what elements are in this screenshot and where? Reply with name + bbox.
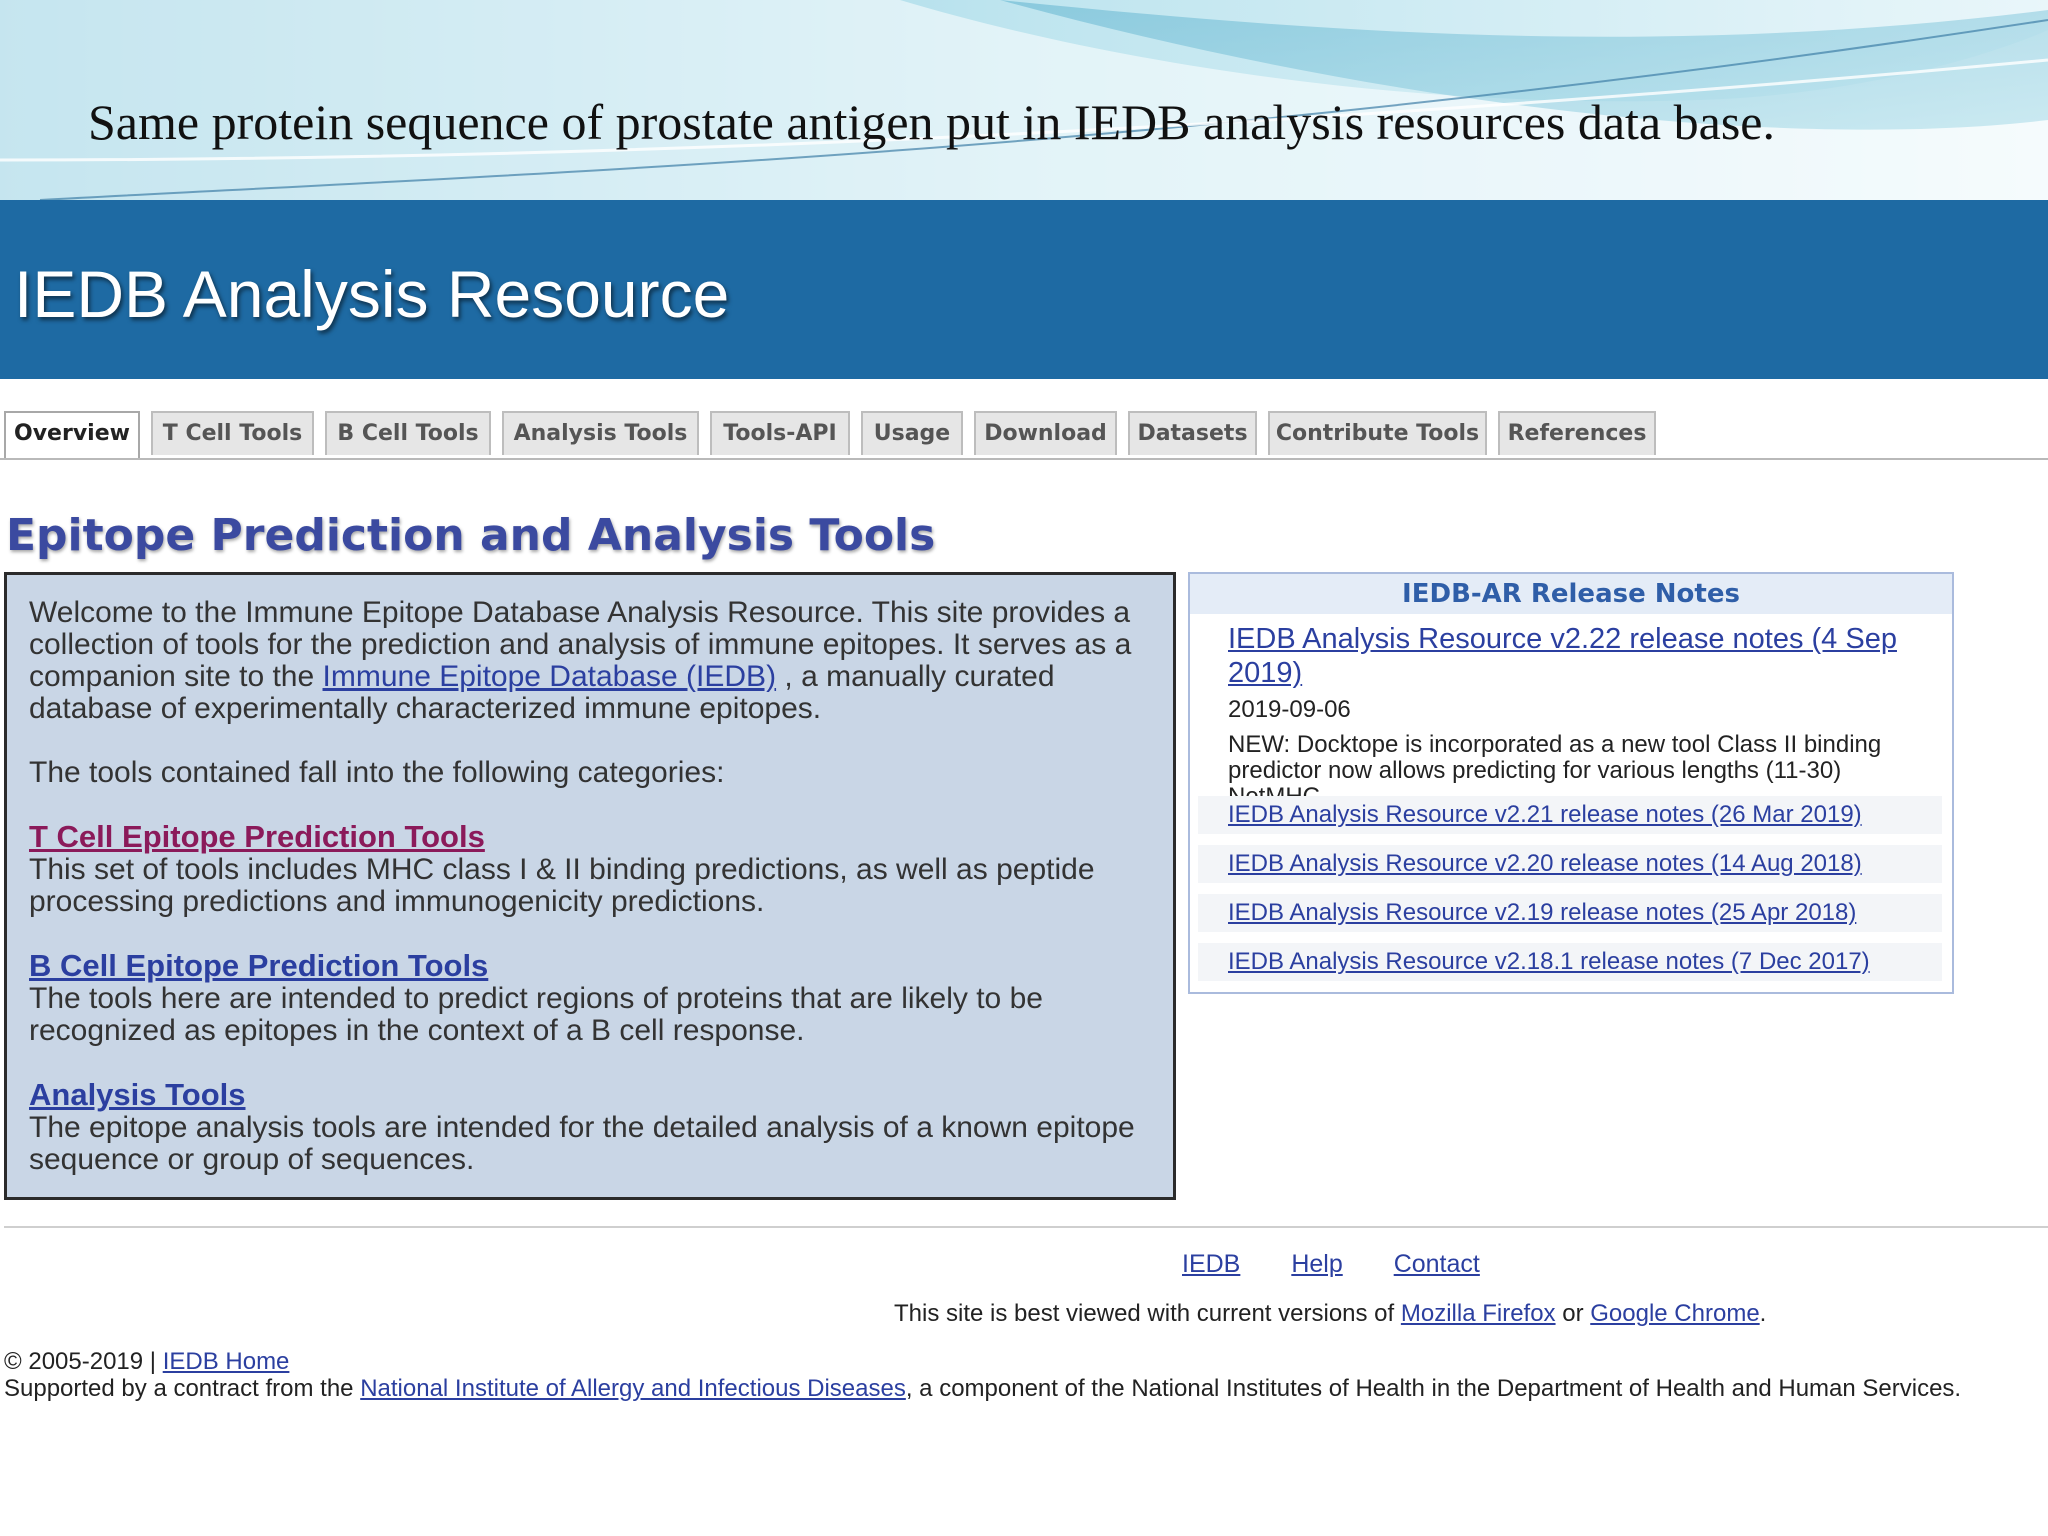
site-title: IEDB Analysis Resource xyxy=(14,257,730,331)
support-text: Supported by a contract from the xyxy=(4,1375,361,1402)
release-note-link[interactable]: IEDB Analysis Resource v2.21 release not… xyxy=(1228,801,1862,828)
tab-t-cell-tools[interactable]: T Cell Tools xyxy=(151,411,314,455)
firefox-link[interactable]: Mozilla Firefox xyxy=(1401,1300,1556,1327)
footer-copyright: © 2005-2019 | IEDB Home Supported by a c… xyxy=(4,1348,1961,1402)
release-note-link[interactable]: IEDB Analysis Resource v2.20 release not… xyxy=(1228,850,1862,877)
tab-bar: Overview T Cell Tools B Cell Tools Analy… xyxy=(0,408,2048,460)
b-cell-tools-link[interactable]: B Cell Epitope Prediction Tools xyxy=(29,950,488,982)
tab-references[interactable]: References xyxy=(1498,411,1656,455)
release-note-item: IEDB Analysis Resource v2.21 release not… xyxy=(1198,796,1942,834)
release-note-item: IEDB Analysis Resource v2.20 release not… xyxy=(1198,845,1942,883)
browser-note: This site is best viewed with current ve… xyxy=(894,1300,1766,1328)
t-cell-tools-desc: This set of tools includes MHC class I &… xyxy=(29,853,1095,918)
analysis-tools-desc: The epitope analysis tools are intended … xyxy=(29,1111,1135,1176)
t-cell-tools-link[interactable]: T Cell Epitope Prediction Tools xyxy=(29,821,485,853)
page-title: Epitope Prediction and Analysis Tools xyxy=(6,510,936,561)
category-b-cell: B Cell Epitope Prediction Tools The tool… xyxy=(29,950,1151,1047)
analysis-tools-link[interactable]: Analysis Tools xyxy=(29,1079,246,1111)
tab-download[interactable]: Download xyxy=(974,411,1117,455)
latest-release-date: 2019-09-06 xyxy=(1228,696,1351,723)
latest-release-link[interactable]: IEDB Analysis Resource v2.22 release not… xyxy=(1228,622,1942,690)
chrome-link[interactable]: Google Chrome xyxy=(1590,1300,1759,1327)
category-t-cell: T Cell Epitope Prediction Tools This set… xyxy=(29,821,1151,918)
intro-paragraph: Welcome to the Immune Epitope Database A… xyxy=(29,597,1151,725)
tab-tools-api[interactable]: Tools-API xyxy=(710,411,850,455)
release-note-link[interactable]: IEDB Analysis Resource v2.18.1 release n… xyxy=(1228,948,1870,975)
release-notes-panel: IEDB-AR Release Notes IEDB Analysis Reso… xyxy=(1188,572,1954,994)
category-analysis: Analysis Tools The epitope analysis tool… xyxy=(29,1079,1151,1176)
footer-nav: IEDB Help Contact xyxy=(1182,1250,1524,1279)
footer-iedb-link[interactable]: IEDB xyxy=(1182,1250,1240,1278)
b-cell-tools-desc: The tools here are intended to predict r… xyxy=(29,982,1043,1047)
release-notes-heading: IEDB-AR Release Notes xyxy=(1190,574,1952,614)
release-note-item: IEDB Analysis Resource v2.19 release not… xyxy=(1198,894,1942,932)
slide-caption: Same protein sequence of prostate antige… xyxy=(88,94,1775,150)
tab-datasets[interactable]: Datasets xyxy=(1128,411,1257,455)
footer-contact-link[interactable]: Contact xyxy=(1394,1250,1480,1278)
tab-overview[interactable]: Overview xyxy=(4,411,140,458)
footer-help-link[interactable]: Help xyxy=(1291,1250,1342,1278)
release-note-link[interactable]: IEDB Analysis Resource v2.19 release not… xyxy=(1228,899,1856,926)
iedb-link[interactable]: Immune Epitope Database (IEDB) xyxy=(323,660,777,693)
categories-intro: The tools contained fall into the follow… xyxy=(29,756,725,789)
tab-usage[interactable]: Usage xyxy=(861,411,963,455)
browser-note-or: or xyxy=(1555,1300,1591,1327)
support-text-end: , a component of the National Institutes… xyxy=(905,1375,1962,1402)
tab-b-cell-tools[interactable]: B Cell Tools xyxy=(325,411,491,455)
iedb-home-link[interactable]: IEDB Home xyxy=(163,1348,290,1375)
release-note-item: IEDB Analysis Resource v2.18.1 release n… xyxy=(1198,943,1942,981)
tab-analysis-tools[interactable]: Analysis Tools xyxy=(502,411,699,455)
latest-release-note: IEDB Analysis Resource v2.22 release not… xyxy=(1190,614,1952,810)
copyright-text: © 2005-2019 | xyxy=(4,1348,163,1375)
browser-note-text: This site is best viewed with current ve… xyxy=(894,1300,1401,1327)
browser-note-end: . xyxy=(1759,1300,1767,1327)
intro-panel: Welcome to the Immune Epitope Database A… xyxy=(4,572,1176,1200)
footer-divider xyxy=(4,1226,2048,1228)
niaid-link[interactable]: National Institute of Allergy and Infect… xyxy=(360,1375,906,1402)
tab-contribute-tools[interactable]: Contribute Tools xyxy=(1268,411,1487,455)
site-banner: IEDB Analysis Resource xyxy=(0,200,2048,379)
